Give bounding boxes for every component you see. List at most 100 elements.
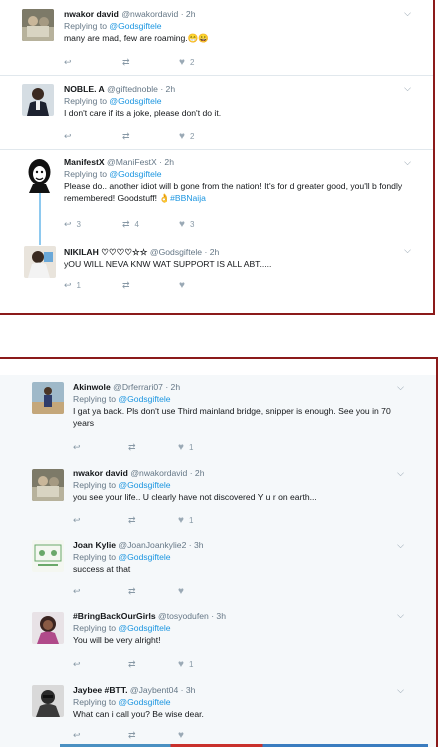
tweet-item[interactable]: nwakor david @nwakordavid · 2h Replying … (0, 462, 436, 534)
author-name[interactable]: nwakor david (73, 468, 128, 478)
avatar-image (32, 612, 64, 644)
retweet-button[interactable]: ⇄ (128, 586, 141, 597)
timestamp[interactable]: · 2h (165, 382, 180, 392)
retweet-button[interactable]: ⇄ (128, 442, 141, 453)
reply-button[interactable]: ↩ (73, 515, 86, 526)
chevron-down-icon[interactable]: ⌵ (397, 610, 404, 621)
tweet-text: What can i call you? Be wise dear. (73, 709, 204, 719)
reply-icon: ↩ (73, 730, 81, 740)
like-button[interactable]: ♥ 2 (179, 131, 194, 142)
replying-to-handle[interactable]: @Godsgiftele (118, 697, 170, 707)
timestamp[interactable]: · 2h (159, 157, 174, 167)
like-count: 3 (189, 220, 195, 229)
author-handle[interactable]: @ManiFestX (107, 157, 157, 167)
like-button[interactable]: ♥ (178, 586, 189, 597)
author-handle[interactable]: @giftednoble (107, 84, 158, 94)
author-handle[interactable]: @nwakordavid (130, 468, 187, 478)
tweet-item[interactable]: #BringBackOurGirls @tosyodufen · 3h Repl… (0, 603, 436, 679)
avatar[interactable] (23, 157, 56, 193)
author-handle[interactable]: @Godsgiftele (150, 247, 202, 257)
retweet-button[interactable]: ⇄ (122, 280, 135, 291)
avatar[interactable] (22, 84, 54, 116)
reply-button[interactable]: ↩ 3 (64, 219, 81, 230)
like-count: 1 (188, 516, 194, 525)
reply-icon: ↩ (73, 586, 81, 596)
author-handle[interactable]: @nwakordavid (121, 9, 178, 19)
retweet-button[interactable]: ⇄ (122, 57, 135, 68)
chevron-down-icon[interactable]: ⌵ (397, 540, 404, 551)
author-name[interactable]: NOBLE. A (64, 84, 105, 94)
author-handle[interactable]: @Drferrari07 (113, 382, 163, 392)
avatar[interactable] (32, 612, 64, 644)
tweet-item[interactable]: nwakor david @nwakordavid · 2h Replying … (0, 0, 433, 76)
timestamp[interactable]: · 2h (181, 9, 196, 19)
author-handle[interactable]: @Jaybent04 (130, 685, 178, 695)
avatar[interactable] (24, 246, 56, 278)
reply-count: 3 (76, 220, 81, 229)
like-button[interactable]: ♥ 1 (178, 442, 193, 453)
avatar[interactable] (32, 382, 64, 414)
timestamp[interactable]: · 2h (204, 247, 219, 257)
author-handle[interactable]: @JoanJoankylie2 (118, 540, 186, 550)
reply-button[interactable]: ↩ 1 (64, 280, 81, 291)
replying-to-handle[interactable]: @Godsgiftele (109, 96, 161, 106)
retweet-button[interactable]: ⇄ (128, 515, 141, 526)
replying-to-handle[interactable]: @Godsgiftele (109, 21, 161, 31)
timestamp[interactable]: · 3h (189, 540, 204, 550)
hashtag-link[interactable]: #BBNaija (170, 193, 206, 203)
replying-to-label: Replying to (64, 21, 110, 31)
author-name[interactable]: nwakor david (64, 9, 119, 19)
replying-to-handle[interactable]: @Godsgiftele (109, 169, 161, 179)
chevron-down-icon[interactable]: ⌵ (397, 685, 404, 696)
author-name[interactable]: Joan Kylie (73, 540, 116, 550)
chevron-down-icon[interactable]: ⌵ (404, 83, 411, 94)
chevron-down-icon[interactable]: ⌵ (397, 468, 404, 479)
reply-button[interactable]: ↩ (64, 57, 77, 68)
replying-to-handle[interactable]: @Godsgiftele (118, 623, 170, 633)
replying-to-handle[interactable]: @Godsgiftele (118, 552, 170, 562)
like-button[interactable]: ♥ 1 (178, 515, 193, 526)
tweet-text: Please do.. another idiot will b gone fr… (64, 181, 403, 203)
author-name[interactable]: ManifestX (64, 157, 105, 167)
reply-button[interactable]: ↩ (73, 586, 86, 597)
replying-to-handle[interactable]: @Godsgiftele (118, 480, 170, 490)
author-name[interactable]: #BringBackOurGirls (73, 611, 156, 621)
chevron-down-icon[interactable]: ⌵ (404, 157, 411, 168)
timestamp[interactable]: · 2h (190, 468, 205, 478)
tweet-item[interactable]: NOBLE. A @giftednoble · 2h Replying to @… (0, 75, 433, 150)
retweet-button[interactable]: ⇄ (122, 131, 135, 142)
reply-button[interactable]: ↩ (64, 131, 77, 142)
retweet-button[interactable]: ⇄ (128, 730, 141, 741)
avatar[interactable] (32, 540, 64, 572)
author-name[interactable]: NIKILAH ♡♡♡♡☆☆ (64, 247, 147, 257)
chevron-down-icon[interactable]: ⌵ (397, 382, 404, 393)
like-button[interactable]: ♥ 1 (178, 659, 193, 670)
reply-button[interactable]: ↩ (73, 730, 86, 741)
tweet-item[interactable]: ManifestX @ManiFestX · 2h Replying to @G… (0, 149, 433, 237)
tweet-item[interactable]: NIKILAH ♡♡♡♡☆☆ @Godsgiftele · 2h yOU WIL… (0, 237, 433, 303)
retweet-button[interactable]: ⇄ (128, 659, 141, 670)
like-button[interactable]: ♥ 3 (179, 219, 194, 230)
avatar[interactable] (22, 9, 54, 41)
replying-to-handle[interactable]: @Godsgiftele (118, 394, 170, 404)
tweet-item[interactable]: Jaybee #BTT. @Jaybent04 · 3h Replying to… (0, 678, 436, 747)
reply-button[interactable]: ↩ (73, 659, 86, 670)
retweet-button[interactable]: ⇄ 4 (122, 219, 139, 230)
like-button[interactable]: ♥ 2 (179, 57, 194, 68)
like-button[interactable]: ♥ (179, 280, 190, 291)
avatar[interactable] (32, 469, 64, 501)
avatar[interactable] (32, 685, 64, 717)
chevron-down-icon[interactable]: ⌵ (404, 245, 411, 256)
author-name[interactable]: Akinwole (73, 382, 111, 392)
author-handle[interactable]: @tosyodufen (158, 611, 209, 621)
reply-button[interactable]: ↩ (73, 442, 86, 453)
author-name[interactable]: Jaybee #BTT. (73, 685, 127, 695)
heart-icon: ♥ (179, 280, 185, 291)
tweet-item[interactable]: Joan Kylie @JoanJoankylie2 · 3h Replying… (0, 533, 436, 604)
like-button[interactable]: ♥ (178, 730, 189, 741)
chevron-down-icon[interactable]: ⌵ (404, 8, 411, 19)
tweet-item[interactable]: Akinwole @Drferrari07 · 2h Replying to @… (0, 375, 436, 463)
timestamp[interactable]: · 2h (160, 84, 175, 94)
timestamp[interactable]: · 3h (181, 685, 196, 695)
timestamp[interactable]: · 3h (211, 611, 226, 621)
